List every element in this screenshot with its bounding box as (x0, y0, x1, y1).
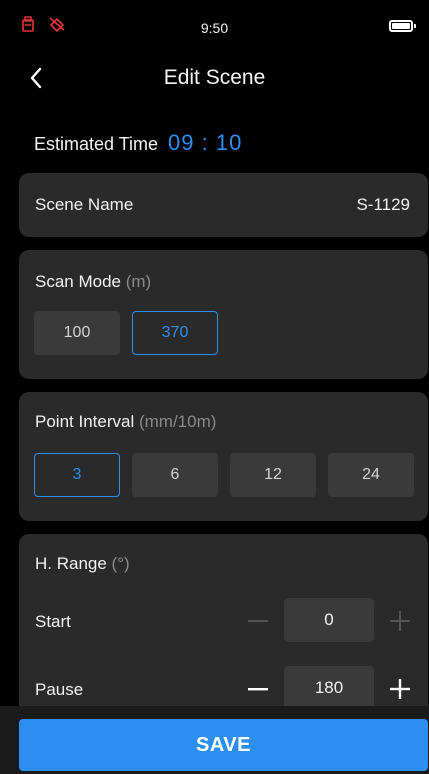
scene-name-value: S-1129 (356, 195, 410, 214)
pause-label: Pause (35, 680, 84, 699)
point-interval-option-12[interactable]: 12 (230, 453, 316, 497)
start-label: Start (35, 612, 71, 631)
plus-icon (390, 611, 410, 631)
h-range-unit: (°) (106, 554, 130, 573)
start-value[interactable]: 0 (284, 598, 374, 642)
plus-icon (390, 679, 410, 699)
point-interval-label: Point Interval (mm/10m) (35, 412, 217, 431)
point-interval-card: Point Interval (mm/10m) 3 6 12 24 (19, 392, 428, 521)
pause-value[interactable]: 180 (284, 666, 374, 710)
status-bar: 9:50 (0, 0, 429, 52)
point-interval-unit: (mm/10m) (134, 412, 217, 431)
estimated-time-value: 09 : 10 (168, 130, 243, 155)
scan-mode-unit: (m) (121, 272, 152, 291)
h-range-card: H. Range (°) Start 0 Pause 180 (19, 534, 428, 714)
point-interval-option-24[interactable]: 24 (328, 453, 414, 497)
estimated-time-label: Estimated Time (34, 134, 159, 154)
pause-decrement-button[interactable] (244, 675, 272, 703)
minus-icon (248, 688, 268, 691)
scan-mode-card: Scan Mode (m) 100 370 (19, 250, 428, 379)
start-decrement-button[interactable] (244, 607, 272, 635)
point-interval-option-6[interactable]: 6 (132, 453, 218, 497)
battery-icon (389, 20, 416, 32)
estimated-time: Estimated Time 09 : 10 (34, 130, 242, 156)
status-time: 9:50 (200, 20, 229, 36)
scan-mode-label: Scan Mode (m) (35, 272, 152, 291)
h-range-label: H. Range (°) (35, 554, 130, 573)
minus-icon (248, 620, 268, 622)
point-interval-option-3[interactable]: 3 (34, 453, 120, 497)
save-bar: SAVE (0, 706, 429, 774)
scan-mode-option-100[interactable]: 100 (34, 311, 120, 355)
page-title: Edit Scene (163, 66, 266, 89)
scene-name-row[interactable]: Scene Name S-1129 (19, 173, 428, 237)
scene-name-label: Scene Name (35, 195, 134, 214)
start-increment-button[interactable] (386, 607, 414, 635)
pause-increment-button[interactable] (386, 675, 414, 703)
save-button[interactable]: SAVE (19, 719, 428, 771)
top-bar: Edit Scene (0, 52, 429, 104)
scan-mode-option-370[interactable]: 370 (132, 311, 218, 355)
